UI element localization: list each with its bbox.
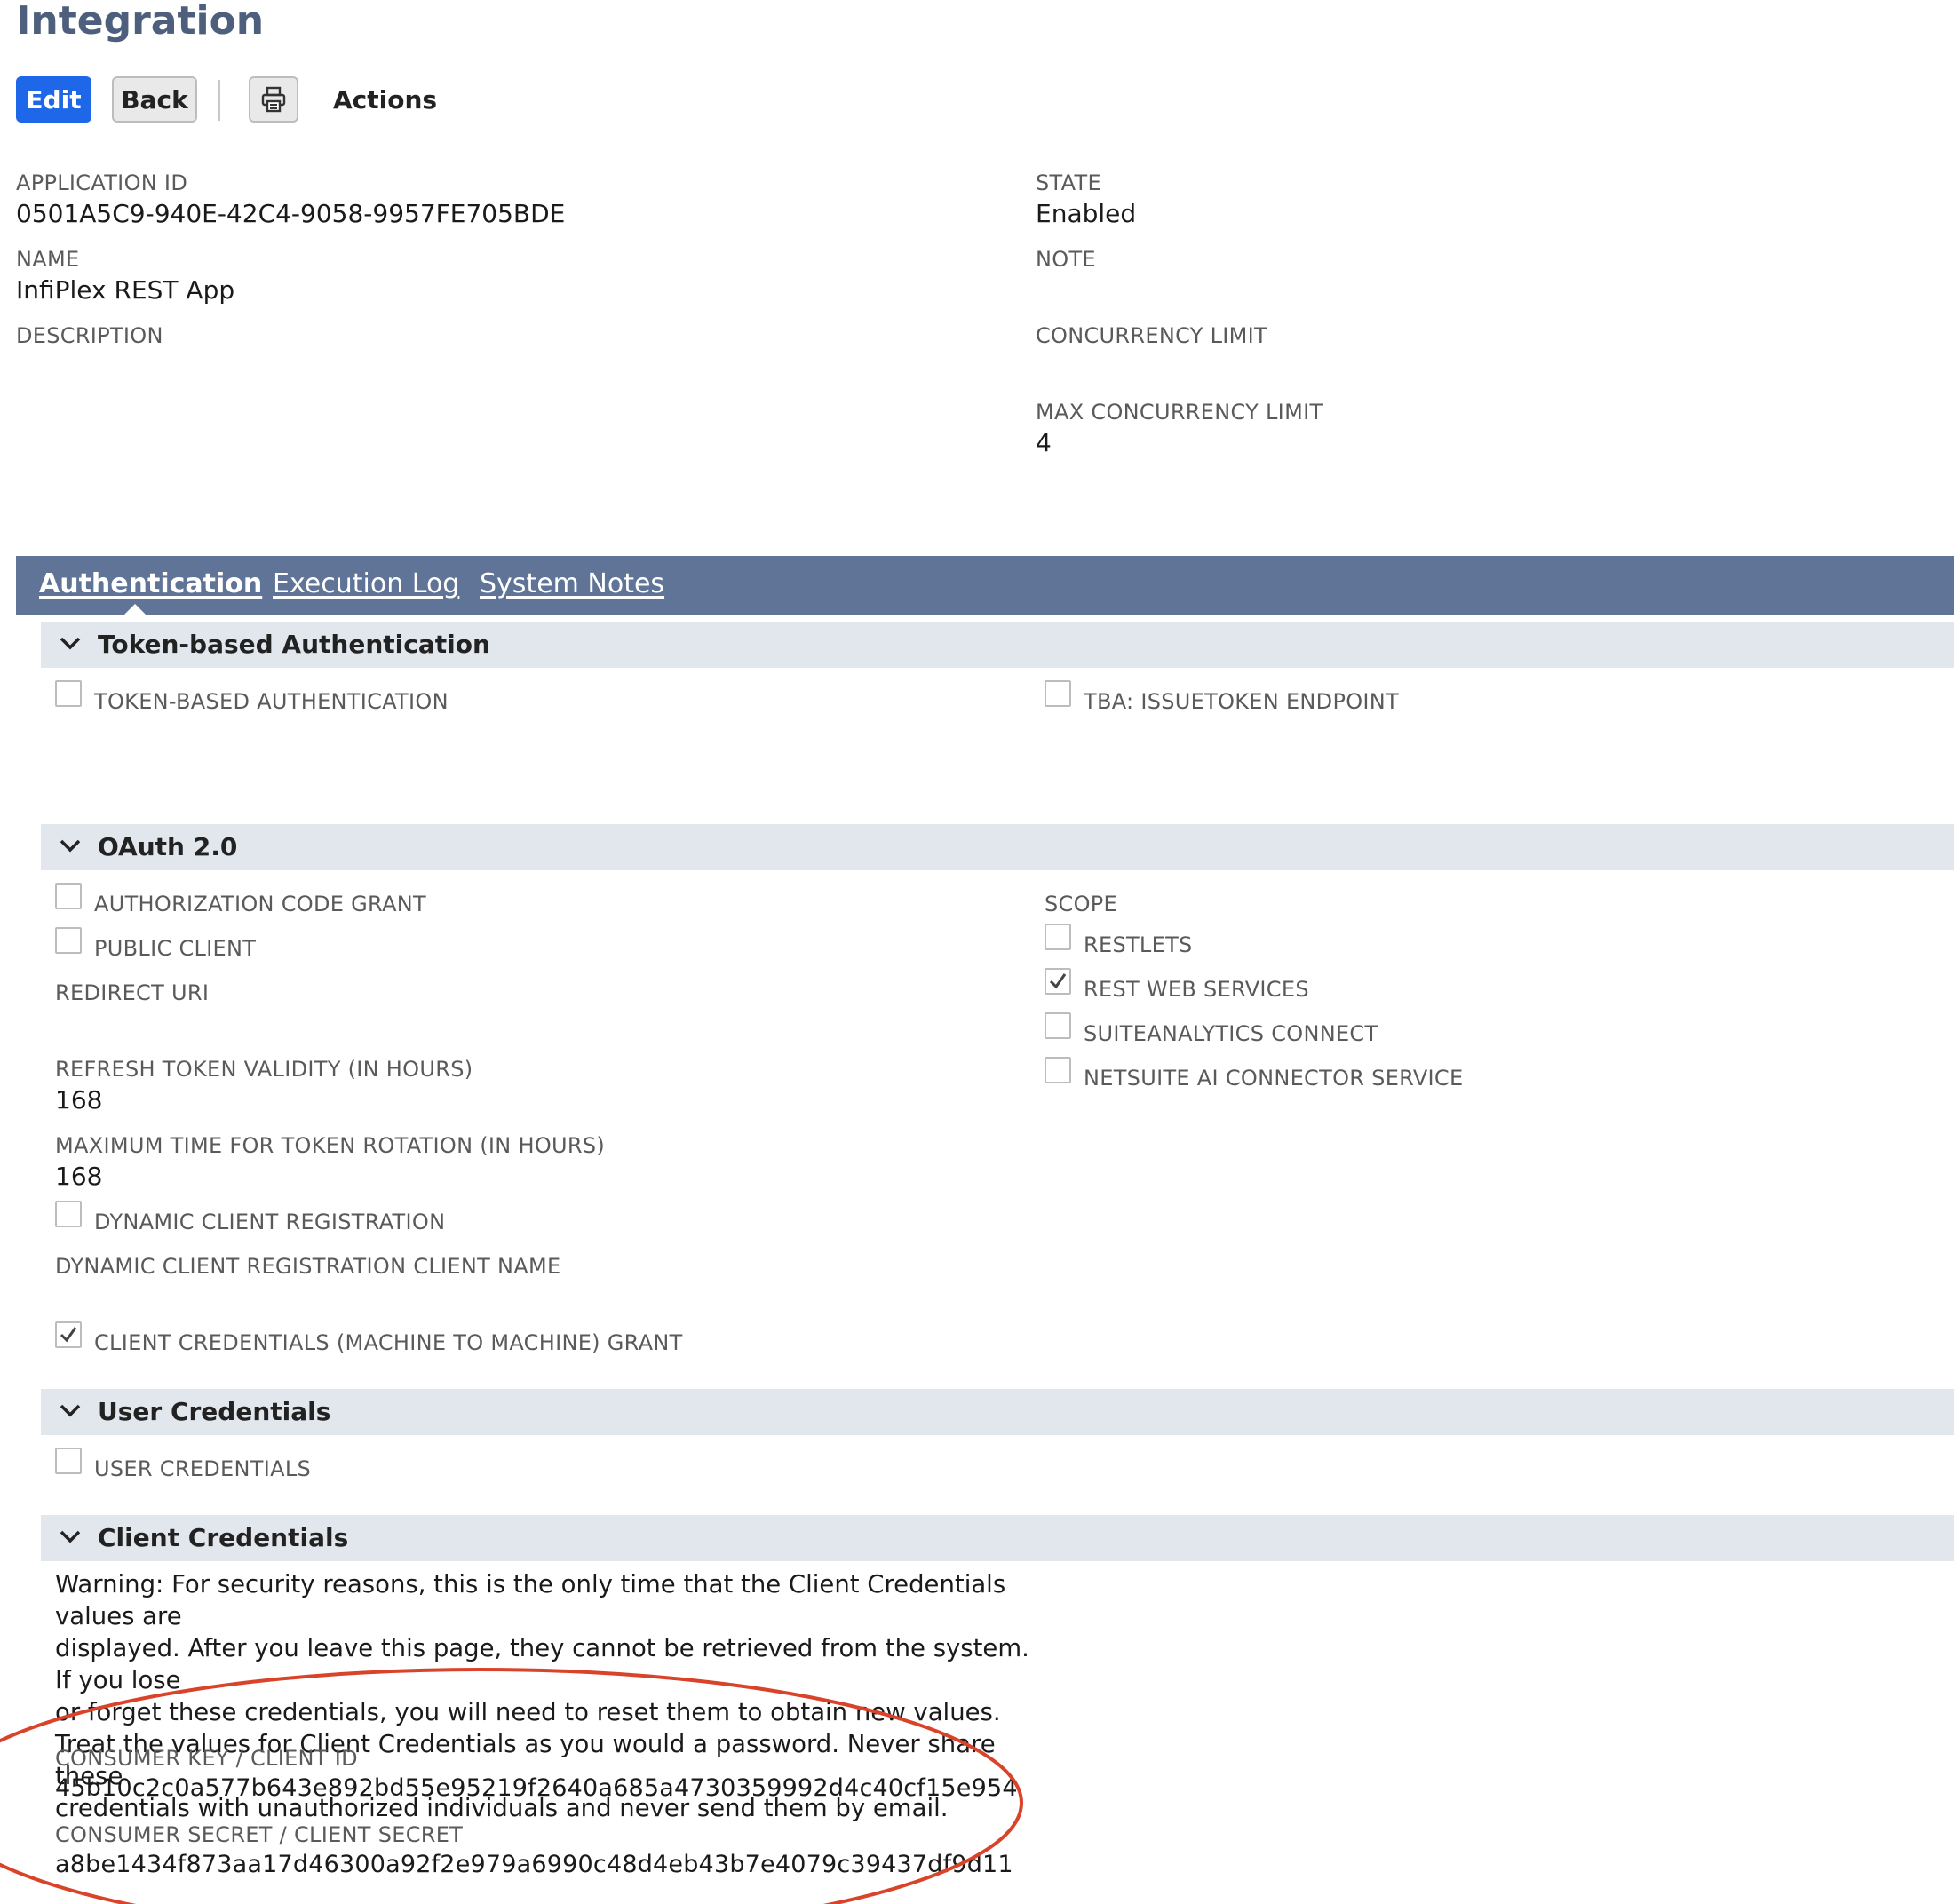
section-title: OAuth 2.0 — [98, 832, 238, 861]
client-credentials-grant-checkbox[interactable] — [55, 1321, 82, 1348]
warning-line: displayed. After you leave this page, th… — [55, 1634, 1029, 1694]
scope-suiteanalytics-checkbox[interactable] — [1045, 1012, 1071, 1039]
dynamic-client-registration-checkbox[interactable] — [55, 1201, 82, 1227]
max-concurrency-limit-value: 4 — [1036, 428, 1052, 457]
consumer-secret-value: a8be1434f873aa17d46300a92f2e979a6990c48d… — [55, 1851, 1013, 1878]
print-button[interactable] — [249, 76, 298, 123]
public-client-checkbox[interactable] — [55, 927, 82, 954]
section-oauth-2[interactable]: OAuth 2.0 — [41, 824, 1954, 870]
chevron-down-icon — [60, 1404, 81, 1417]
user-credentials-label: USER CREDENTIALS — [94, 1456, 312, 1481]
section-title: Client Credentials — [98, 1523, 349, 1552]
client-credentials-grant-label: CLIENT CREDENTIALS (MACHINE TO MACHINE) … — [94, 1330, 683, 1355]
tab-system-notes[interactable]: System Notes — [480, 568, 664, 599]
name-label: NAME — [16, 247, 80, 272]
note-label: NOTE — [1036, 247, 1096, 272]
description-label: DESCRIPTION — [16, 323, 163, 348]
actions-menu[interactable]: Actions — [333, 85, 437, 115]
warning-line: Warning: For security reasons, this is t… — [55, 1570, 1006, 1630]
application-id-label: APPLICATION ID — [16, 171, 188, 195]
application-id-value: 0501A5C9-940E-42C4-9058-9957FE705BDE — [16, 199, 566, 228]
scope-suiteanalytics-label: SUITEANALYTICS CONNECT — [1084, 1021, 1378, 1046]
toolbar-divider — [218, 80, 220, 121]
scope-rest-web-services-label: REST WEB SERVICES — [1084, 977, 1309, 1002]
section-title: Token-based Authentication — [98, 630, 490, 659]
scope-ai-connector-checkbox[interactable] — [1045, 1057, 1071, 1083]
scope-ai-connector-label: NETSUITE AI CONNECTOR SERVICE — [1084, 1066, 1464, 1091]
chevron-down-icon — [60, 1530, 81, 1543]
checkmark-icon — [60, 1327, 77, 1343]
tba-issuetoken-endpoint-checkbox[interactable] — [1045, 680, 1071, 707]
concurrency-limit-label: CONCURRENCY LIMIT — [1036, 323, 1268, 348]
edit-button[interactable]: Edit — [16, 76, 91, 123]
user-credentials-checkbox[interactable] — [55, 1448, 82, 1474]
max-concurrency-limit-label: MAX CONCURRENCY LIMIT — [1036, 400, 1323, 424]
scope-rest-web-services-checkbox[interactable] — [1045, 968, 1071, 995]
authorization-code-grant-label: AUTHORIZATION CODE GRANT — [94, 892, 426, 916]
back-button[interactable]: Back — [112, 76, 197, 123]
scope-label: SCOPE — [1045, 892, 1118, 916]
tab-execution-log[interactable]: Execution Log — [273, 568, 459, 599]
section-title: User Credentials — [98, 1397, 331, 1426]
token-based-authentication-checkbox[interactable] — [55, 680, 82, 707]
dynamic-client-registration-label: DYNAMIC CLIENT REGISTRATION — [94, 1210, 446, 1234]
warning-line: or forget these credentials, you will ne… — [55, 1698, 1001, 1726]
consumer-key-value: 45b10c2c0a577b643e892bd55e95219f2640a685… — [55, 1774, 1018, 1802]
page-title: Integration — [16, 0, 265, 44]
state-label: STATE — [1036, 171, 1101, 195]
scope-restlets-label: RESTLETS — [1084, 932, 1193, 957]
name-value: InfiPlex REST App — [16, 275, 235, 305]
chevron-down-icon — [60, 637, 81, 650]
chevron-down-icon — [60, 839, 81, 853]
tab-authentication[interactable]: Authentication — [39, 568, 262, 599]
consumer-key-label: CONSUMER KEY / CLIENT ID — [55, 1746, 358, 1771]
scope-restlets-checkbox[interactable] — [1045, 924, 1071, 950]
refresh-token-validity-value: 168 — [55, 1085, 103, 1115]
printer-icon — [261, 86, 286, 113]
max-time-token-rotation-value: 168 — [55, 1162, 103, 1191]
section-client-credentials[interactable]: Client Credentials — [41, 1515, 1954, 1561]
refresh-token-validity-label: REFRESH TOKEN VALIDITY (IN HOURS) — [55, 1057, 473, 1082]
state-value: Enabled — [1036, 199, 1137, 228]
authorization-code-grant-checkbox[interactable] — [55, 883, 82, 909]
token-based-authentication-label: TOKEN-BASED AUTHENTICATION — [94, 689, 449, 714]
section-user-credentials[interactable]: User Credentials — [41, 1389, 1954, 1435]
dynamic-client-registration-client-name-label: DYNAMIC CLIENT REGISTRATION CLIENT NAME — [55, 1254, 561, 1279]
max-time-token-rotation-label: MAXIMUM TIME FOR TOKEN ROTATION (IN HOUR… — [55, 1133, 606, 1158]
checkmark-icon — [1049, 973, 1067, 989]
active-tab-indicator — [124, 604, 146, 615]
consumer-secret-label: CONSUMER SECRET / CLIENT SECRET — [55, 1822, 464, 1847]
public-client-label: PUBLIC CLIENT — [94, 936, 257, 961]
section-token-based-authentication[interactable]: Token-based Authentication — [41, 622, 1954, 668]
redirect-uri-label: REDIRECT URI — [55, 980, 210, 1005]
tba-issuetoken-endpoint-label: TBA: ISSUETOKEN ENDPOINT — [1084, 689, 1400, 714]
